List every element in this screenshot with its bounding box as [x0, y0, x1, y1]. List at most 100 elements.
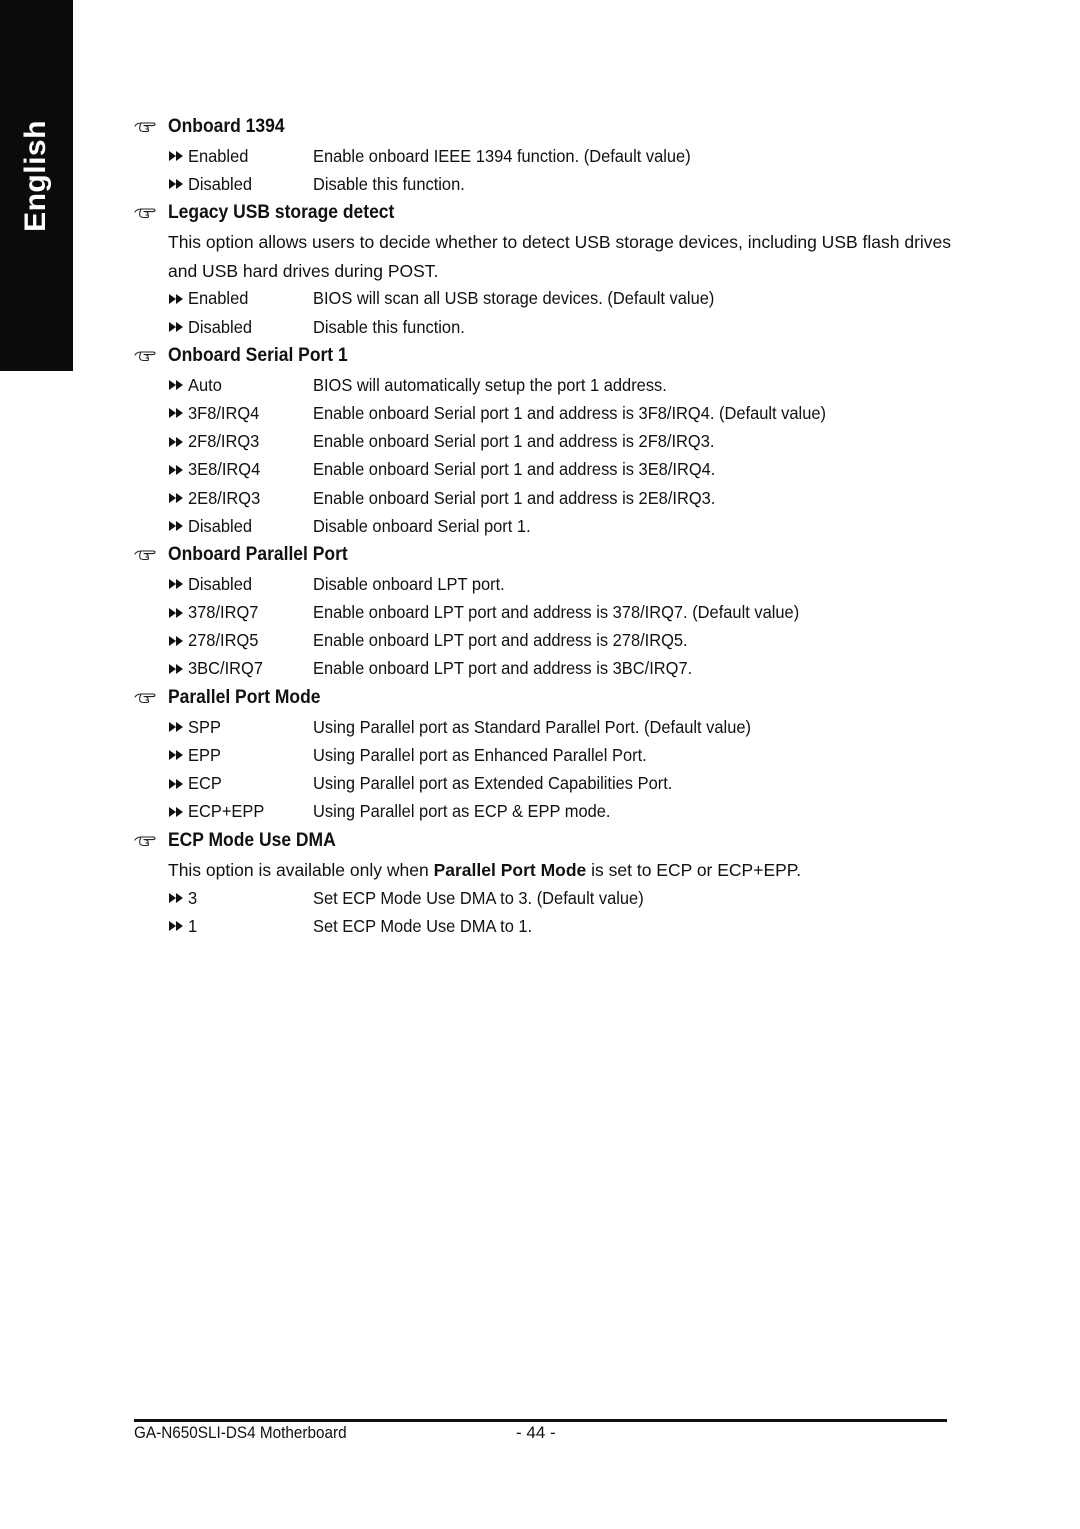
option-row: Disabled Disable onboard Serial port 1.	[168, 512, 964, 540]
double-arrow-bullet-icon	[168, 150, 188, 162]
double-arrow-bullet-icon	[168, 379, 188, 391]
pointing-hand-icon	[134, 351, 156, 362]
footer-divider	[134, 1419, 947, 1422]
option-row: 3 Set ECP Mode Use DMA to 3. (Default val…	[168, 884, 964, 912]
pointing-hand-icon	[134, 836, 156, 846]
double-arrow-bullet-icon	[169, 722, 183, 733]
section-title: Onboard Serial Port 1	[168, 345, 348, 367]
option-value: ECP	[188, 773, 222, 793]
pointing-hand-icon	[134, 121, 168, 133]
double-arrow-bullet-icon	[168, 407, 188, 419]
section-description: This option allows users to decide wheth…	[168, 232, 952, 281]
section-heading: ECP Mode Use DMA	[134, 826, 964, 856]
option-row: 2F8/IRQ3 Enable onboard Serial port 1 and…	[168, 428, 964, 456]
option-value: 3BC/IRQ7	[188, 658, 263, 679]
bios-setting-section: Onboard Serial Port 1 Auto BIOS will auto…	[134, 341, 964, 540]
option-row: Enabled BIOS will scan all USB storage de…	[168, 285, 964, 313]
double-arrow-bullet-icon	[169, 921, 183, 932]
double-arrow-bullet-icon	[169, 635, 183, 646]
option-row: 378/IRQ7 Enable onboard LPT port and addr…	[168, 598, 964, 626]
option-row: 3F8/IRQ4 Enable onboard Serial port 1 and…	[168, 399, 964, 427]
option-description: Enable onboard Serial port 1 and address…	[313, 431, 715, 452]
option-row: 2E8/IRQ3 Enable onboard Serial port 1 and…	[168, 484, 964, 512]
option-description: Disable this function.	[313, 316, 465, 337]
option-row: Enabled Enable onboard IEEE 1394 function…	[168, 142, 964, 170]
option-description: Using Parallel port as Extended Capabili…	[313, 773, 673, 793]
option-description: Disable this function.	[313, 173, 465, 194]
double-arrow-bullet-icon	[168, 436, 188, 448]
double-arrow-bullet-icon	[169, 521, 183, 532]
section-title: ECP Mode Use DMA	[168, 829, 336, 851]
description-emphasis: Parallel Port Mode	[433, 859, 587, 880]
double-arrow-bullet-icon	[168, 635, 188, 647]
option-value: EPP	[188, 744, 221, 765]
section-heading: Onboard 1394	[134, 112, 964, 142]
language-label: English	[19, 120, 52, 232]
option-description: Disable onboard LPT port.	[313, 573, 505, 594]
section-title: Legacy USB storage detect	[168, 202, 395, 224]
option-value: 2E8/IRQ3	[188, 487, 261, 508]
option-row: Disabled Disable this function.	[168, 313, 964, 341]
double-arrow-bullet-icon	[168, 778, 188, 790]
pointing-hand-icon	[134, 350, 168, 362]
double-arrow-bullet-icon	[169, 579, 183, 590]
double-arrow-bullet-icon	[169, 151, 183, 162]
double-arrow-bullet-icon	[168, 806, 188, 818]
option-value: 3	[188, 887, 198, 908]
double-arrow-bullet-icon	[168, 492, 188, 504]
option-value: 378/IRQ7	[188, 602, 259, 623]
section-heading: Parallel Port Mode	[134, 683, 964, 713]
option-description: Disable onboard Serial port 1.	[313, 515, 531, 536]
double-arrow-bullet-icon	[169, 293, 183, 304]
language-side-tab: English	[0, 0, 73, 371]
option-row: 1 Set ECP Mode Use DMA to 1.	[168, 912, 964, 940]
option-value: 278/IRQ5	[188, 630, 259, 651]
section-heading: Onboard Parallel Port	[134, 540, 964, 570]
pointing-hand-icon	[134, 549, 168, 561]
double-arrow-bullet-icon	[169, 408, 183, 419]
option-value: 1	[188, 915, 198, 936]
option-description: Using Parallel port as Enhanced Parallel…	[313, 744, 647, 765]
option-value: Auto	[188, 374, 222, 395]
section-title: Onboard Parallel Port	[168, 544, 348, 566]
double-arrow-bullet-icon	[168, 663, 188, 675]
pointing-hand-icon	[134, 122, 156, 133]
double-arrow-bullet-icon	[169, 322, 183, 333]
bios-setting-section: Parallel Port Mode SPP Using Parallel por…	[134, 683, 964, 826]
double-arrow-bullet-icon	[169, 663, 183, 674]
option-row: SPP Using Parallel port as Standard Paral…	[168, 713, 964, 741]
double-arrow-bullet-icon	[169, 607, 183, 618]
option-value: Disabled	[188, 573, 253, 594]
pointing-hand-icon	[134, 550, 156, 561]
option-row: 3E8/IRQ4 Enable onboard Serial port 1 and…	[168, 456, 964, 484]
section-description: This option is available only when Paral…	[168, 856, 964, 884]
double-arrow-bullet-icon	[168, 520, 188, 532]
double-arrow-bullet-icon	[169, 493, 183, 503]
option-description: Enable onboard LPT port and address is 2…	[313, 630, 688, 651]
description-text: This option is available only when	[168, 859, 434, 880]
double-arrow-bullet-icon	[168, 464, 188, 476]
footer-page-number: - 44 -	[516, 1423, 556, 1442]
double-arrow-bullet-icon	[168, 578, 188, 590]
option-row: 3BC/IRQ7 Enable onboard LPT port and addr…	[168, 655, 964, 683]
option-value: ECP+EPP	[188, 801, 265, 822]
double-arrow-bullet-icon	[169, 778, 183, 789]
option-description: Set ECP Mode Use DMA to 3. (Default valu…	[313, 887, 644, 908]
bios-setting-section: ECP Mode Use DMA This option is available…	[134, 826, 964, 941]
option-row: ECP Using Parallel port as Extended Capab…	[168, 769, 964, 797]
option-description: BIOS will scan all USB storage devices. …	[313, 288, 715, 309]
double-arrow-bullet-icon	[169, 893, 183, 904]
double-arrow-bullet-icon	[168, 607, 188, 619]
pointing-hand-icon	[134, 835, 168, 847]
bios-setting-section: Legacy USB storage detect This option all…	[134, 198, 964, 341]
option-value: 3E8/IRQ4	[188, 459, 261, 480]
double-arrow-bullet-icon	[169, 380, 183, 391]
double-arrow-bullet-icon	[169, 806, 183, 817]
pointing-hand-icon	[134, 208, 156, 219]
pointing-hand-icon	[134, 693, 156, 704]
footer-model: GA-N650SLI-DS4 Motherboard	[134, 1423, 347, 1442]
description-text: is set to ECP or ECP+EPP.	[586, 859, 802, 880]
option-description: Enable onboard LPT port and address is 3…	[313, 658, 693, 679]
option-row: ECP+EPP Using Parallel port as ECP & EPP …	[168, 798, 964, 826]
pointing-hand-icon	[134, 692, 168, 704]
